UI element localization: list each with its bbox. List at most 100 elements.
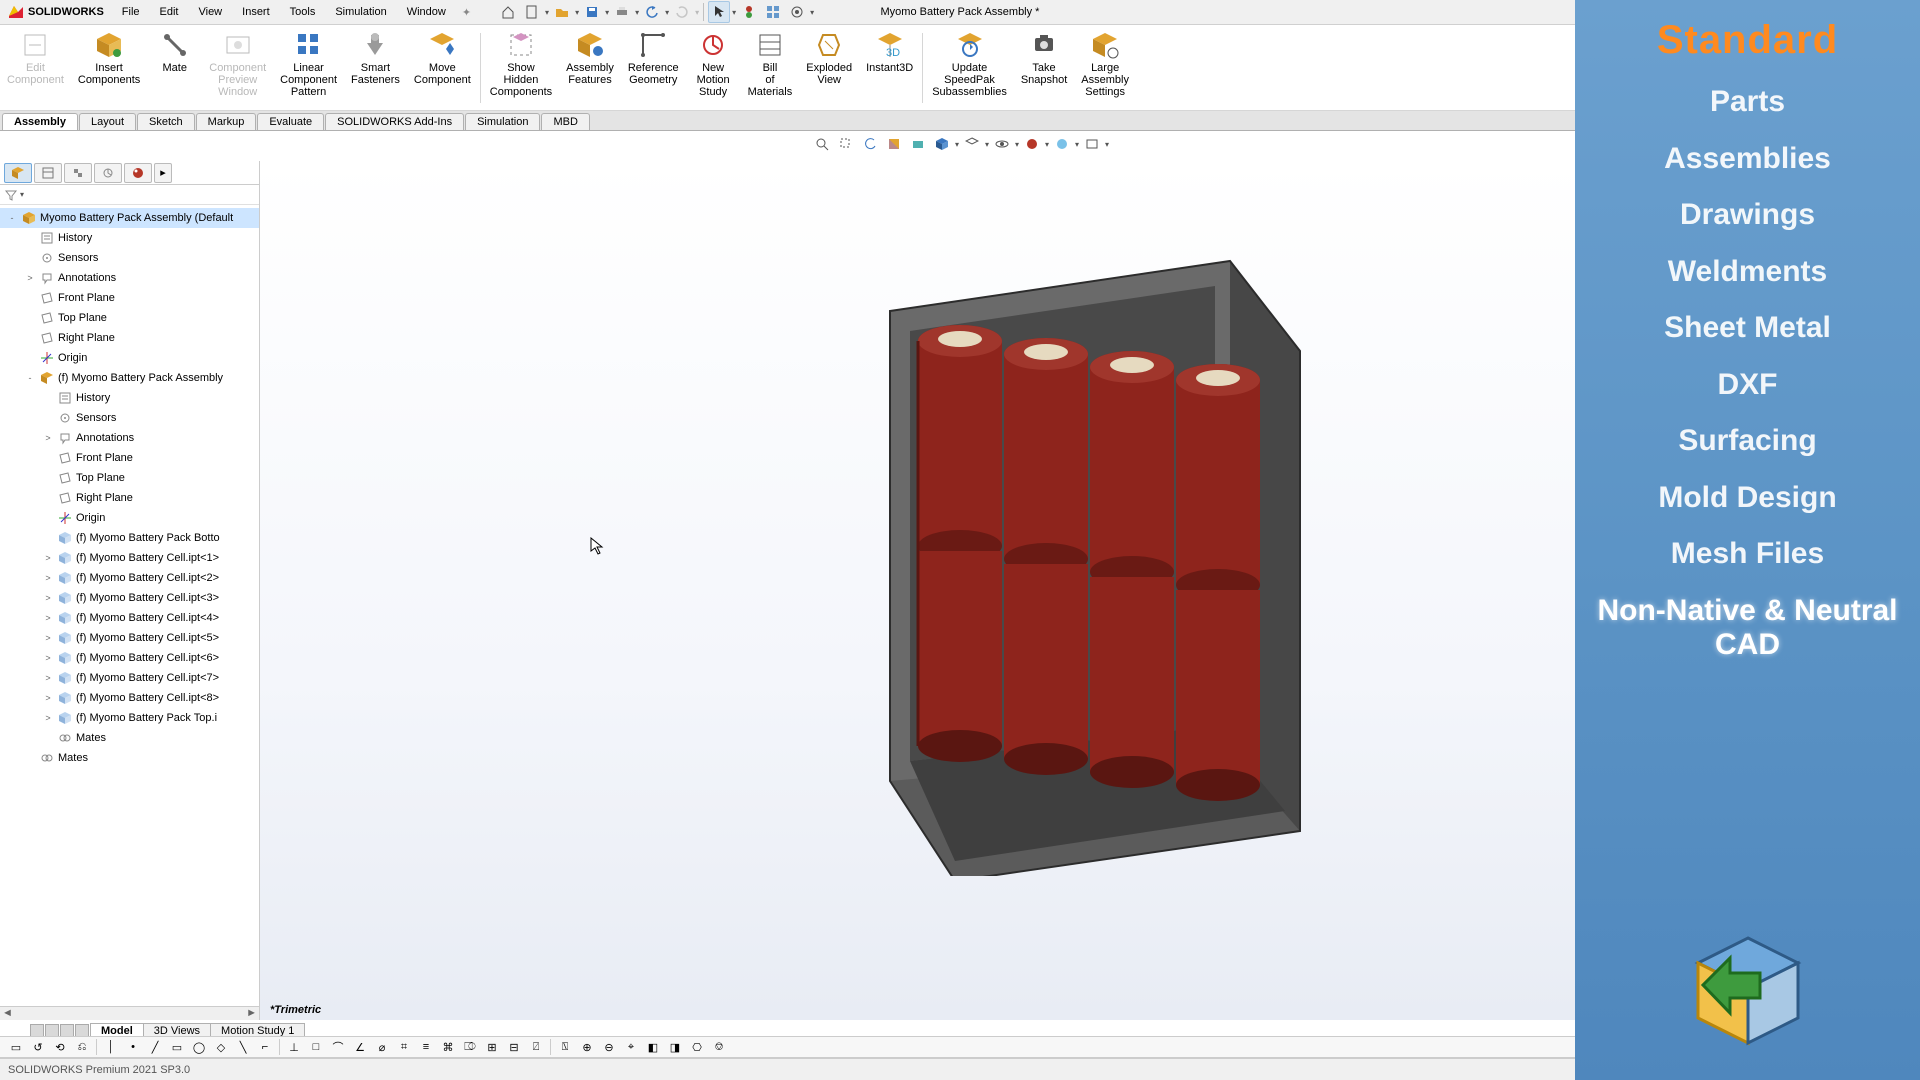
menu-file[interactable]: File (112, 2, 150, 22)
sketch-tool-icon[interactable]: ⟲ (50, 1038, 70, 1056)
tree-node[interactable]: >(f) Myomo Battery Cell.ipt<4> (0, 608, 259, 628)
section-view-icon[interactable] (883, 133, 905, 155)
sketch-tool-icon[interactable]: ⌀ (372, 1038, 392, 1056)
sketch-tool-icon[interactable]: ⌐ (255, 1038, 275, 1056)
cmd-exploded-view[interactable]: ExplodedView (799, 28, 859, 108)
cmd-move-component[interactable]: MoveComponent (407, 28, 478, 108)
tab-evaluate[interactable]: Evaluate (257, 113, 324, 130)
tree-node[interactable]: Top Plane (0, 468, 259, 488)
tree-node[interactable]: >(f) Myomo Battery Cell.ipt<1> (0, 548, 259, 568)
sketch-tool-icon[interactable]: ╱ (145, 1038, 165, 1056)
sketch-tool-icon[interactable]: ⌘ (438, 1038, 458, 1056)
sketch-tool-icon[interactable]: ⎌ (72, 1038, 92, 1056)
tree-node[interactable]: Mates (0, 748, 259, 768)
feature-tree[interactable]: -Myomo Battery Pack Assembly (DefaultHis… (0, 205, 259, 1006)
sketch-tool-icon[interactable]: ⊥ (284, 1038, 304, 1056)
sketch-tool-icon[interactable]: ⍁ (526, 1038, 546, 1056)
display-style-icon[interactable] (961, 133, 983, 155)
tree-node[interactable]: Origin (0, 348, 259, 368)
sketch-tool-icon[interactable]: ↺ (28, 1038, 48, 1056)
sketch-tool-icon[interactable]: ⊕ (577, 1038, 597, 1056)
manager-pane-more-icon[interactable]: ▸ (154, 163, 172, 183)
tree-node[interactable]: >(f) Myomo Battery Pack Top.i (0, 708, 259, 728)
panel-scrollbar[interactable]: ◄► (0, 1006, 259, 1020)
tree-node[interactable]: -(f) Myomo Battery Pack Assembly (0, 368, 259, 388)
sketch-tool-icon[interactable]: ▭ (167, 1038, 187, 1056)
tree-node[interactable]: Sensors (0, 248, 259, 268)
menu-insert[interactable]: Insert (232, 2, 280, 22)
cmd-instant3d[interactable]: 3DInstant3D (859, 28, 920, 108)
sketch-tool-icon[interactable]: • (123, 1038, 143, 1056)
help-menu-icon[interactable]: ✦ (456, 2, 477, 23)
sketch-tool-icon[interactable]: ▭ (6, 1038, 26, 1056)
configuration-manager-tab-icon[interactable] (64, 163, 92, 183)
menu-window[interactable]: Window (397, 2, 456, 22)
zoom-area-icon[interactable] (835, 133, 857, 155)
dynamic-section-icon[interactable] (907, 133, 929, 155)
sketch-tool-icon[interactable]: ⊟ (504, 1038, 524, 1056)
sketch-tool-icon[interactable]: ∠ (350, 1038, 370, 1056)
tab-solidworks-add-ins[interactable]: SOLIDWORKS Add-Ins (325, 113, 464, 130)
cmd-bill-of-materials[interactable]: BillofMaterials (741, 28, 800, 108)
sketch-tool-icon[interactable]: ⌒ (328, 1038, 348, 1056)
cmd-take-snapshot[interactable]: TakeSnapshot (1014, 28, 1074, 108)
cmd-large-assembly-settings[interactable]: LargeAssemblySettings (1074, 28, 1136, 108)
tab-markup[interactable]: Markup (196, 113, 257, 130)
expand-toggle-icon[interactable]: > (42, 693, 54, 703)
cmd-assembly-features[interactable]: AssemblyFeatures (559, 28, 621, 108)
expand-toggle-icon[interactable]: > (42, 613, 54, 623)
sketch-tool-icon[interactable]: ◯ (189, 1038, 209, 1056)
cmd-mate[interactable]: Mate (147, 28, 202, 108)
tree-node[interactable]: >(f) Myomo Battery Cell.ipt<5> (0, 628, 259, 648)
save-icon[interactable] (581, 1, 603, 23)
tree-node[interactable]: History (0, 388, 259, 408)
tree-node[interactable]: >(f) Myomo Battery Cell.ipt<3> (0, 588, 259, 608)
sketch-tool-icon[interactable]: ╲ (233, 1038, 253, 1056)
tab-assembly[interactable]: Assembly (2, 113, 78, 130)
expand-toggle-icon[interactable]: > (42, 713, 54, 723)
tab-sketch[interactable]: Sketch (137, 113, 195, 130)
sketch-tool-icon[interactable]: ⌗ (394, 1038, 414, 1056)
tree-node[interactable]: Right Plane (0, 328, 259, 348)
zoom-fit-icon[interactable] (811, 133, 833, 155)
cmd-new-motion-study[interactable]: NewMotionStudy (686, 28, 741, 108)
settings-gear-icon[interactable] (786, 1, 808, 23)
sketch-tool-icon[interactable]: ⎊ (709, 1038, 729, 1056)
tree-node[interactable]: Top Plane (0, 308, 259, 328)
expand-toggle-icon[interactable]: > (42, 433, 54, 443)
tree-node[interactable]: >(f) Myomo Battery Cell.ipt<2> (0, 568, 259, 588)
open-icon[interactable] (551, 1, 573, 23)
tab-simulation[interactable]: Simulation (465, 113, 540, 130)
expand-toggle-icon[interactable]: - (6, 213, 18, 223)
tree-node[interactable]: >(f) Myomo Battery Cell.ipt<7> (0, 668, 259, 688)
sketch-tool-icon[interactable]: │ (101, 1038, 121, 1056)
cmd-smart-fasteners[interactable]: SmartFasteners (344, 28, 407, 108)
sketch-tool-icon[interactable]: ⊞ (482, 1038, 502, 1056)
expand-toggle-icon[interactable]: > (42, 573, 54, 583)
new-doc-icon[interactable] (521, 1, 543, 23)
expand-toggle-icon[interactable]: > (42, 593, 54, 603)
sketch-tool-icon[interactable]: ◨ (665, 1038, 685, 1056)
hide-show-icon[interactable] (991, 133, 1013, 155)
tab-layout[interactable]: Layout (79, 113, 136, 130)
tree-filter-bar[interactable]: ▾ (0, 185, 259, 205)
rebuilt-icon[interactable] (738, 1, 760, 23)
tree-node[interactable]: Sensors (0, 408, 259, 428)
tree-node[interactable]: Mates (0, 728, 259, 748)
select-cursor-icon[interactable] (708, 1, 730, 23)
tree-node[interactable]: >(f) Myomo Battery Cell.ipt<8> (0, 688, 259, 708)
cmd-show-hidden-components[interactable]: ShowHiddenComponents (483, 28, 559, 108)
sketch-tool-icon[interactable]: ≡ (416, 1038, 436, 1056)
menu-tools[interactable]: Tools (280, 2, 326, 22)
sketch-tool-icon[interactable]: ⊖ (599, 1038, 619, 1056)
sketch-tool-icon[interactable]: ⌖ (621, 1038, 641, 1056)
tree-node[interactable]: Origin (0, 508, 259, 528)
dimxpert-manager-tab-icon[interactable] (94, 163, 122, 183)
tree-node[interactable]: >(f) Myomo Battery Cell.ipt<6> (0, 648, 259, 668)
view-settings-icon[interactable] (1081, 133, 1103, 155)
display-manager-tab-icon[interactable] (124, 163, 152, 183)
cmd-insert-components[interactable]: InsertComponents (71, 28, 147, 108)
sketch-tool-icon[interactable]: ⎔ (687, 1038, 707, 1056)
menu-simulation[interactable]: Simulation (325, 2, 396, 22)
tree-node[interactable]: History (0, 228, 259, 248)
